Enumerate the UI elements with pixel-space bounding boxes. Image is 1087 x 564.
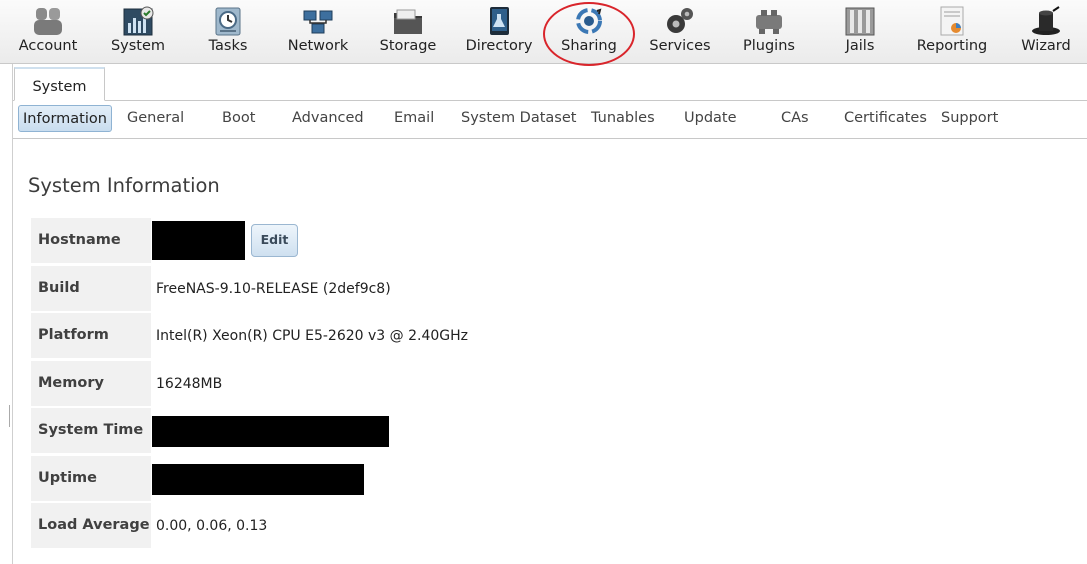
toolbar-label-jails: Jails [845, 38, 875, 54]
jails-icon [845, 7, 875, 36]
label-uptime: Uptime [31, 456, 151, 501]
toolbar-system[interactable]: System [98, 0, 178, 63]
services-icon [667, 8, 693, 33]
label-memory: Memory [31, 361, 151, 406]
subtab-tunables[interactable]: Tunables [591, 104, 655, 132]
value-memory: 16248MB [156, 376, 223, 392]
toolbar-label-tasks: Tasks [208, 38, 248, 54]
toolbar-reporting[interactable]: Reporting [912, 0, 992, 63]
label-load-average: Load Average [31, 503, 151, 548]
tab-system[interactable]: System [14, 67, 105, 101]
edit-hostname-button[interactable]: Edit [251, 224, 298, 257]
toolbar-label-services: Services [649, 38, 711, 54]
toolbar-storage[interactable]: Storage [368, 0, 448, 63]
toolbar-label-system: System [110, 38, 166, 54]
subtab-information[interactable]: Information [18, 105, 112, 132]
toolbar-label-directory: Directory [465, 38, 533, 54]
sharing-highlight-circle [543, 2, 635, 66]
subtab-advanced[interactable]: Advanced [292, 104, 364, 132]
subtab-certificates[interactable]: Certificates [844, 104, 927, 132]
account-icon [34, 8, 62, 35]
system-time-redacted [152, 416, 389, 447]
toolbar-label-reporting: Reporting [916, 38, 988, 54]
toolbar-account[interactable]: Account [8, 0, 88, 63]
plugins-icon [756, 10, 782, 34]
subtab-email[interactable]: Email [394, 104, 434, 132]
value-platform: Intel(R) Xeon(R) CPU E5-2620 v3 @ 2.40GH… [156, 328, 468, 344]
label-build: Build [31, 266, 151, 311]
subtab-system-dataset[interactable]: System Dataset [461, 104, 576, 132]
directory-icon [490, 7, 509, 35]
subtab-update[interactable]: Update [684, 104, 737, 132]
wizard-icon [1032, 6, 1060, 35]
toolbar-jails[interactable]: Jails [820, 0, 900, 63]
storage-icon [394, 9, 422, 34]
tasks-icon [215, 7, 241, 36]
toolbar-directory[interactable]: Directory [459, 0, 539, 63]
subtab-boot[interactable]: Boot [222, 104, 255, 132]
toolbar-label-plugins: Plugins [743, 38, 795, 54]
toolbar-tasks[interactable]: Tasks [188, 0, 268, 63]
left-panel-edge [0, 64, 13, 564]
toolbar-services[interactable]: Services [640, 0, 720, 63]
subtab-cas[interactable]: CAs [781, 104, 809, 132]
toolbar-wizard[interactable]: Wizard [1006, 0, 1086, 63]
toolbar-plugins[interactable]: Plugins [729, 0, 809, 63]
value-load-average: 0.00, 0.06, 0.13 [156, 518, 268, 534]
toolbar-label-network: Network [287, 38, 349, 54]
label-hostname: Hostname [31, 218, 151, 263]
label-platform: Platform [31, 313, 151, 358]
value-build: FreeNAS-9.10-RELEASE (2def9c8) [156, 281, 391, 297]
toolbar-network[interactable]: Network [278, 0, 358, 63]
toolbar-label-wizard: Wizard [1021, 38, 1071, 54]
label-system-time: System Time [31, 408, 151, 453]
hostname-redacted [152, 221, 245, 260]
toolbar-label-storage: Storage [379, 38, 437, 54]
network-icon [303, 10, 333, 34]
toolbar-label-account: Account [18, 38, 78, 54]
uptime-redacted [152, 464, 364, 495]
left-panel-resize-handle[interactable] [9, 405, 10, 427]
subtab-support[interactable]: Support [941, 104, 998, 132]
subtab-general[interactable]: General [127, 104, 184, 132]
system-icon [123, 6, 154, 36]
page-title: System Information [28, 174, 220, 197]
reporting-icon [940, 6, 964, 36]
top-toolbar: Account System Tasks Network Storage Dir… [0, 0, 1087, 66]
